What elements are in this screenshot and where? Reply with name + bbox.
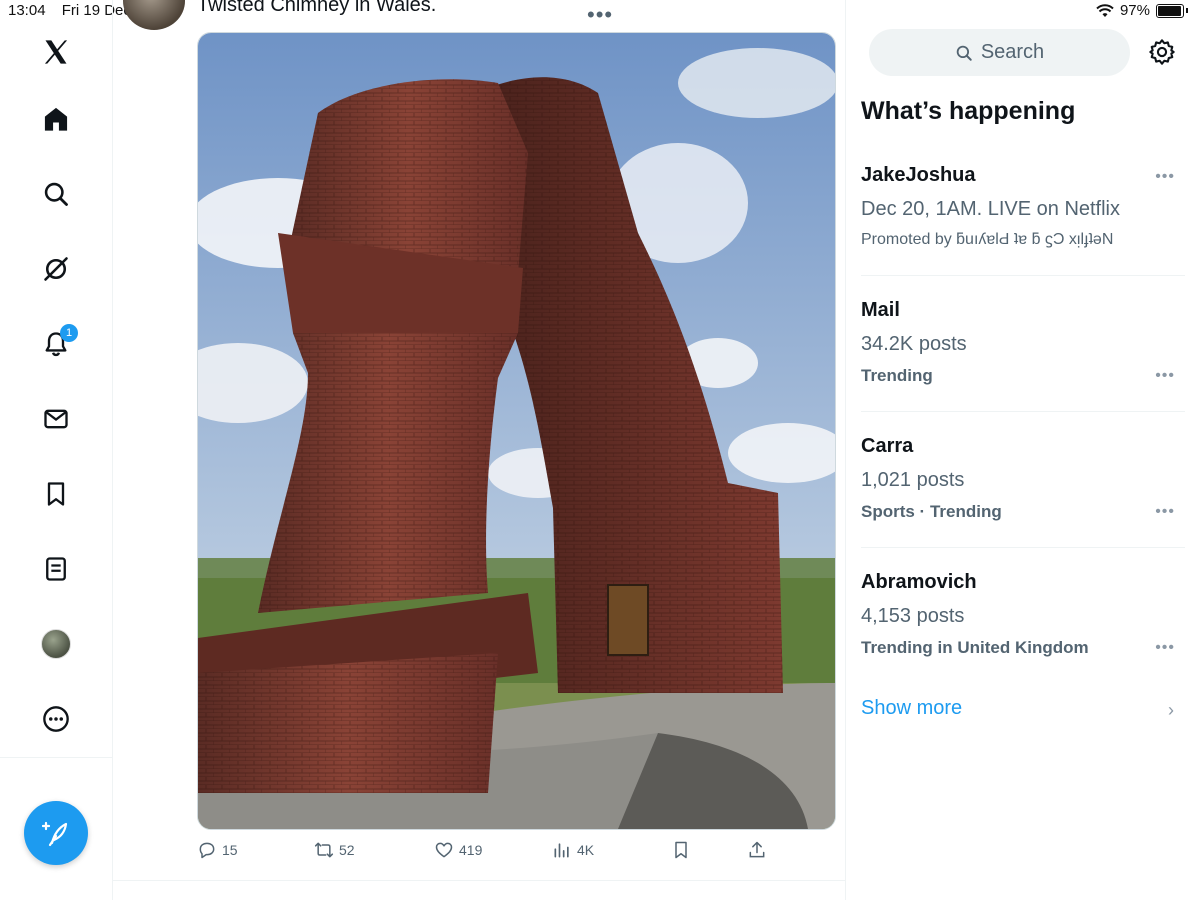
status-bar-right: 97%	[1096, 2, 1188, 19]
twisted-chimney-photo	[198, 33, 835, 829]
trend-more-icon[interactable]: •••	[1155, 168, 1175, 186]
trend-category: Trending	[861, 366, 933, 385]
trend-item[interactable]: Mail 34.2K posts Trending •••	[861, 299, 1185, 386]
trend-divider	[861, 275, 1185, 276]
tweet-actions: 15 52 419 4K	[197, 840, 797, 864]
trend-category: Trending in United Kingdom	[861, 638, 1089, 657]
grok-icon[interactable]	[30, 243, 82, 295]
trend-item[interactable]: Abramovich 4,153 posts Trending in Unite…	[861, 571, 1185, 658]
trend-name: Abramovich	[861, 571, 977, 593]
trend-post-count: 4,153 posts	[861, 605, 965, 627]
like-count: 419	[459, 842, 483, 858]
trend-name: Carra	[861, 435, 914, 457]
gear-icon[interactable]	[1148, 38, 1176, 66]
trend-more-icon[interactable]: •••	[1155, 503, 1175, 521]
repost-count: 52	[339, 842, 355, 858]
trend-post-count: 1,021 posts	[861, 469, 965, 491]
heart-icon	[435, 842, 453, 858]
tweet-text: Twisted Chimney in Wales.	[197, 0, 437, 16]
views-count: 4K	[577, 842, 595, 858]
profile-avatar[interactable]	[30, 618, 82, 670]
nav-divider	[0, 757, 112, 758]
trend-divider	[861, 547, 1185, 548]
home-icon[interactable]	[30, 93, 82, 145]
trend-category: Sports · Trending	[861, 502, 1002, 521]
repost-action[interactable]: 52	[314, 840, 355, 860]
trend-detail: Dec 20, 1AM. LIVE on Netflix	[861, 198, 1121, 220]
trend-item[interactable]: Carra 1,021 posts Sports · Trending •••	[861, 435, 1185, 522]
trend-more-icon[interactable]: •••	[1155, 639, 1175, 657]
trend-more-icon[interactable]: •••	[1155, 367, 1175, 385]
reply-icon	[199, 842, 215, 859]
wifi-icon	[1096, 3, 1114, 17]
tweet-author-avatar[interactable]	[123, 0, 185, 30]
whats-happening-title: What’s happening	[861, 97, 1076, 125]
show-more-link[interactable]: Show more	[861, 697, 962, 720]
trend-promoted: Promoted by ƃuıʎɐlԀ ʇɐ ƃ ϛƆ xᴉlɟʇǝN	[861, 231, 1114, 248]
search-placeholder: Search	[980, 41, 1045, 63]
trend-post-count: 34.2K posts	[861, 333, 967, 355]
compose-post-button[interactable]	[24, 801, 88, 865]
search-bar[interactable]: Search	[869, 29, 1130, 76]
repost-icon	[314, 842, 334, 858]
lists-icon[interactable]	[30, 543, 82, 595]
share-upload-icon	[749, 841, 765, 858]
bookmark-action[interactable]	[671, 840, 691, 860]
like-action[interactable]: 419	[434, 840, 482, 860]
trend-divider	[861, 411, 1185, 412]
bookmarks-icon[interactable]	[30, 468, 82, 520]
tweet-divider	[113, 880, 845, 881]
feather-plus-icon	[42, 821, 68, 847]
main-timeline: Twisted Chimney in Wales. ••• 15 52 419 …	[113, 0, 846, 900]
more-circle-icon[interactable]	[30, 693, 82, 745]
tweet-more-options-icon[interactable]: •••	[587, 2, 613, 28]
avatar	[41, 629, 71, 659]
reply-action[interactable]: 15	[197, 840, 238, 860]
notifications-bell-icon[interactable]: 1	[30, 318, 82, 370]
trend-name: JakeJoshua	[861, 164, 976, 186]
battery-percent: 97%	[1119, 2, 1150, 19]
reply-count: 15	[222, 842, 238, 858]
tweet-media-image[interactable]	[197, 32, 836, 830]
views-action[interactable]: 4K	[552, 840, 594, 860]
messages-envelope-icon[interactable]	[30, 393, 82, 445]
analytics-bar-icon	[554, 843, 569, 858]
trend-name: Mail	[861, 299, 900, 321]
x-logo-icon[interactable]	[30, 26, 82, 78]
bookmark-icon	[675, 841, 687, 859]
side-nav: 1	[0, 0, 113, 900]
search-icon	[956, 45, 972, 61]
battery-icon	[1156, 3, 1184, 18]
trend-item[interactable]: JakeJoshua Dec 20, 1AM. LIVE on Netflix …	[861, 164, 1185, 249]
notifications-badge: 1	[60, 324, 78, 342]
chevron-right-icon: ›	[1168, 700, 1174, 720]
share-action[interactable]	[747, 840, 767, 860]
explore-search-icon[interactable]	[30, 168, 82, 220]
